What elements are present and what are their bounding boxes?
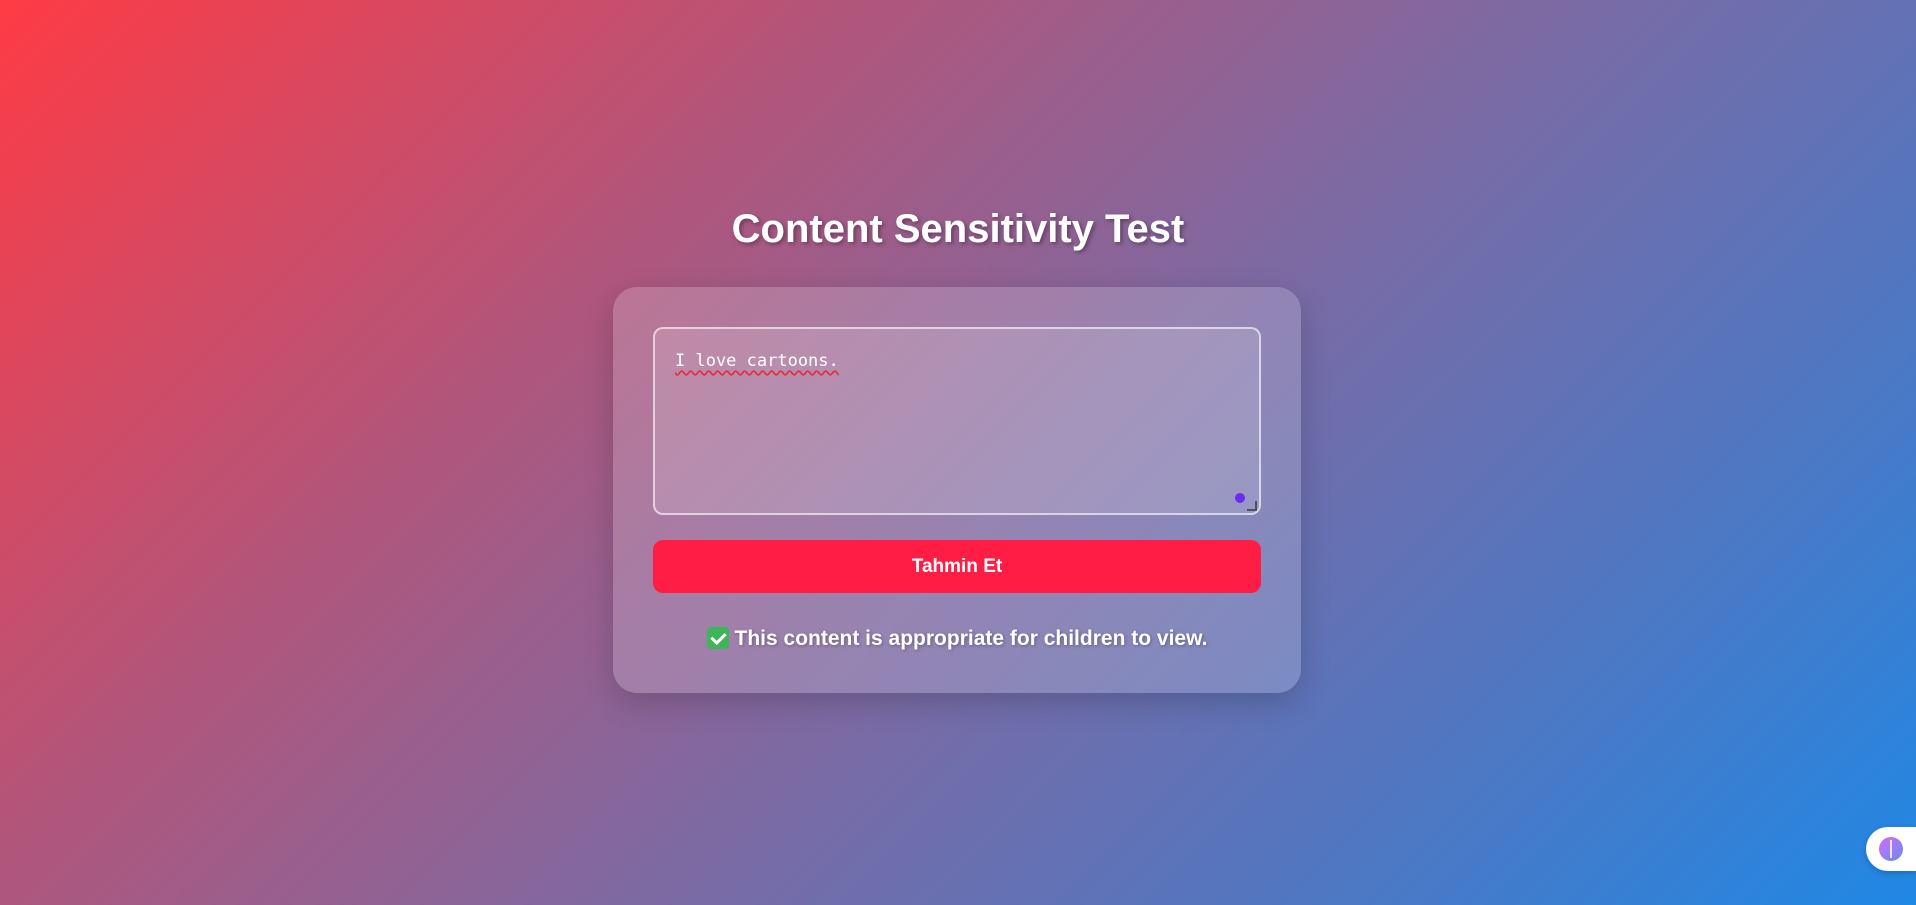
result-text: This content is appropriate for children… (734, 627, 1208, 650)
grammar-checker-dot[interactable] (1235, 493, 1245, 503)
page-title: Content Sensitivity Test (731, 207, 1185, 251)
check-box-icon (706, 627, 729, 649)
brain-icon (1879, 837, 1903, 861)
predict-button[interactable]: Tahmin Et (653, 540, 1261, 593)
resize-handle-icon[interactable] (1247, 501, 1257, 511)
assistant-widget-button[interactable] (1866, 827, 1916, 871)
content-textarea[interactable]: I love cartoons. (655, 329, 1259, 513)
content-card: I love cartoons. Tahmin Et This content … (613, 287, 1301, 693)
result-message: This content is appropriate for children… (613, 627, 1301, 651)
text-input-wrapper: I love cartoons. (653, 327, 1261, 515)
